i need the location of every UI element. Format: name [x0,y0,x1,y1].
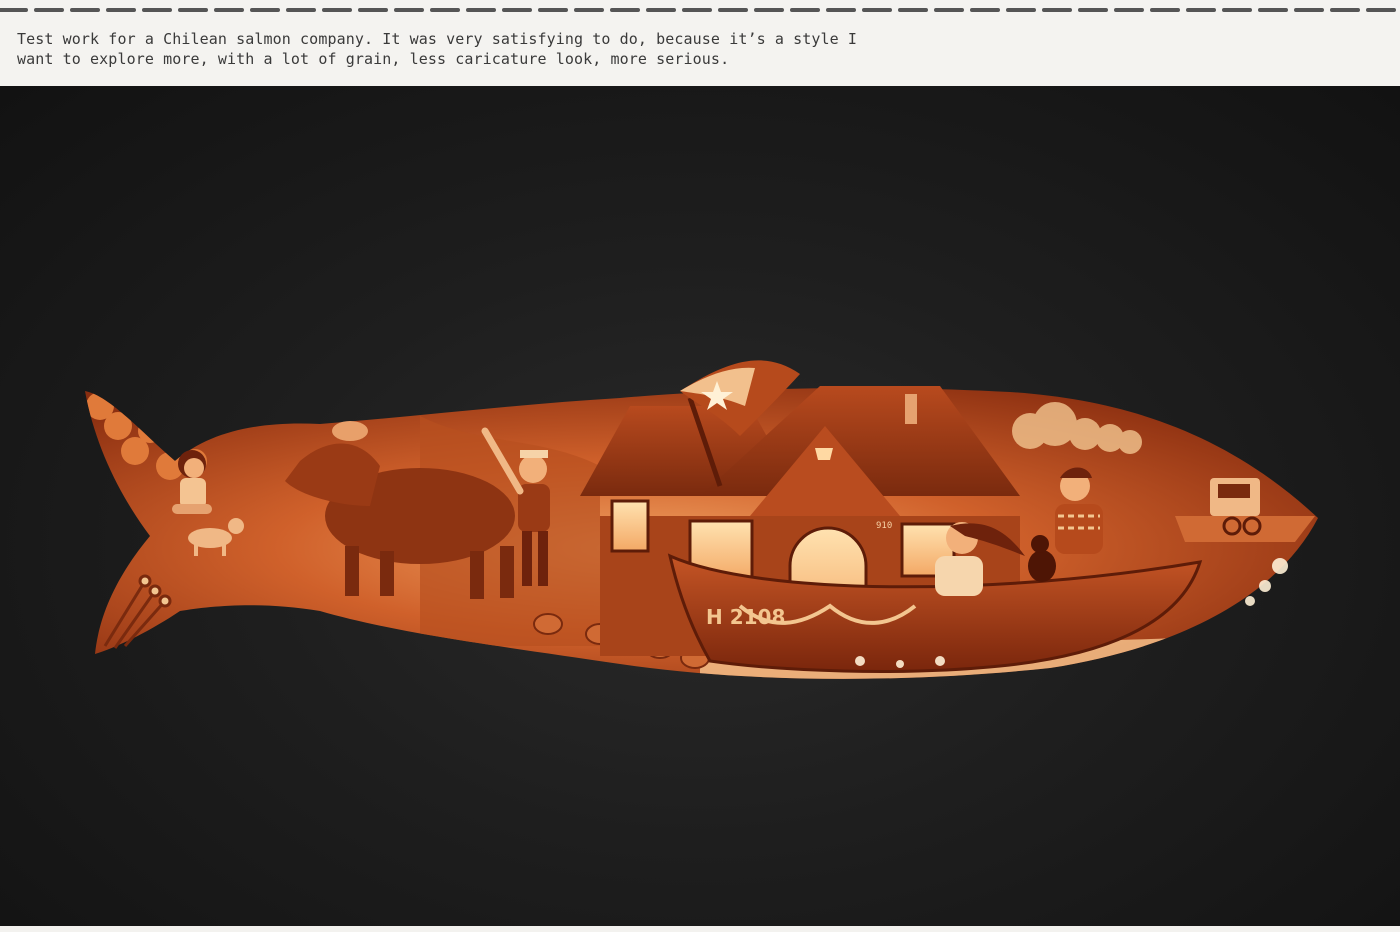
caption-line-2: want to explore more, with a lot of grai… [17,50,730,68]
boat-registration: H 2108 [706,605,785,629]
caption-line-1: Test work for a Chilean salmon company. … [17,30,858,48]
house-number: 910 [876,521,892,531]
salmon-illustration: 910 H 2108 [0,86,1400,926]
stitched-border [0,8,1400,12]
caption-text: Test work for a Chilean salmon company. … [17,29,917,69]
caption-header: Test work for a Chilean salmon company. … [0,0,1400,86]
salmon-illustration-svg: 910 H 2108 [85,360,1318,679]
footer-strip [0,926,1400,932]
